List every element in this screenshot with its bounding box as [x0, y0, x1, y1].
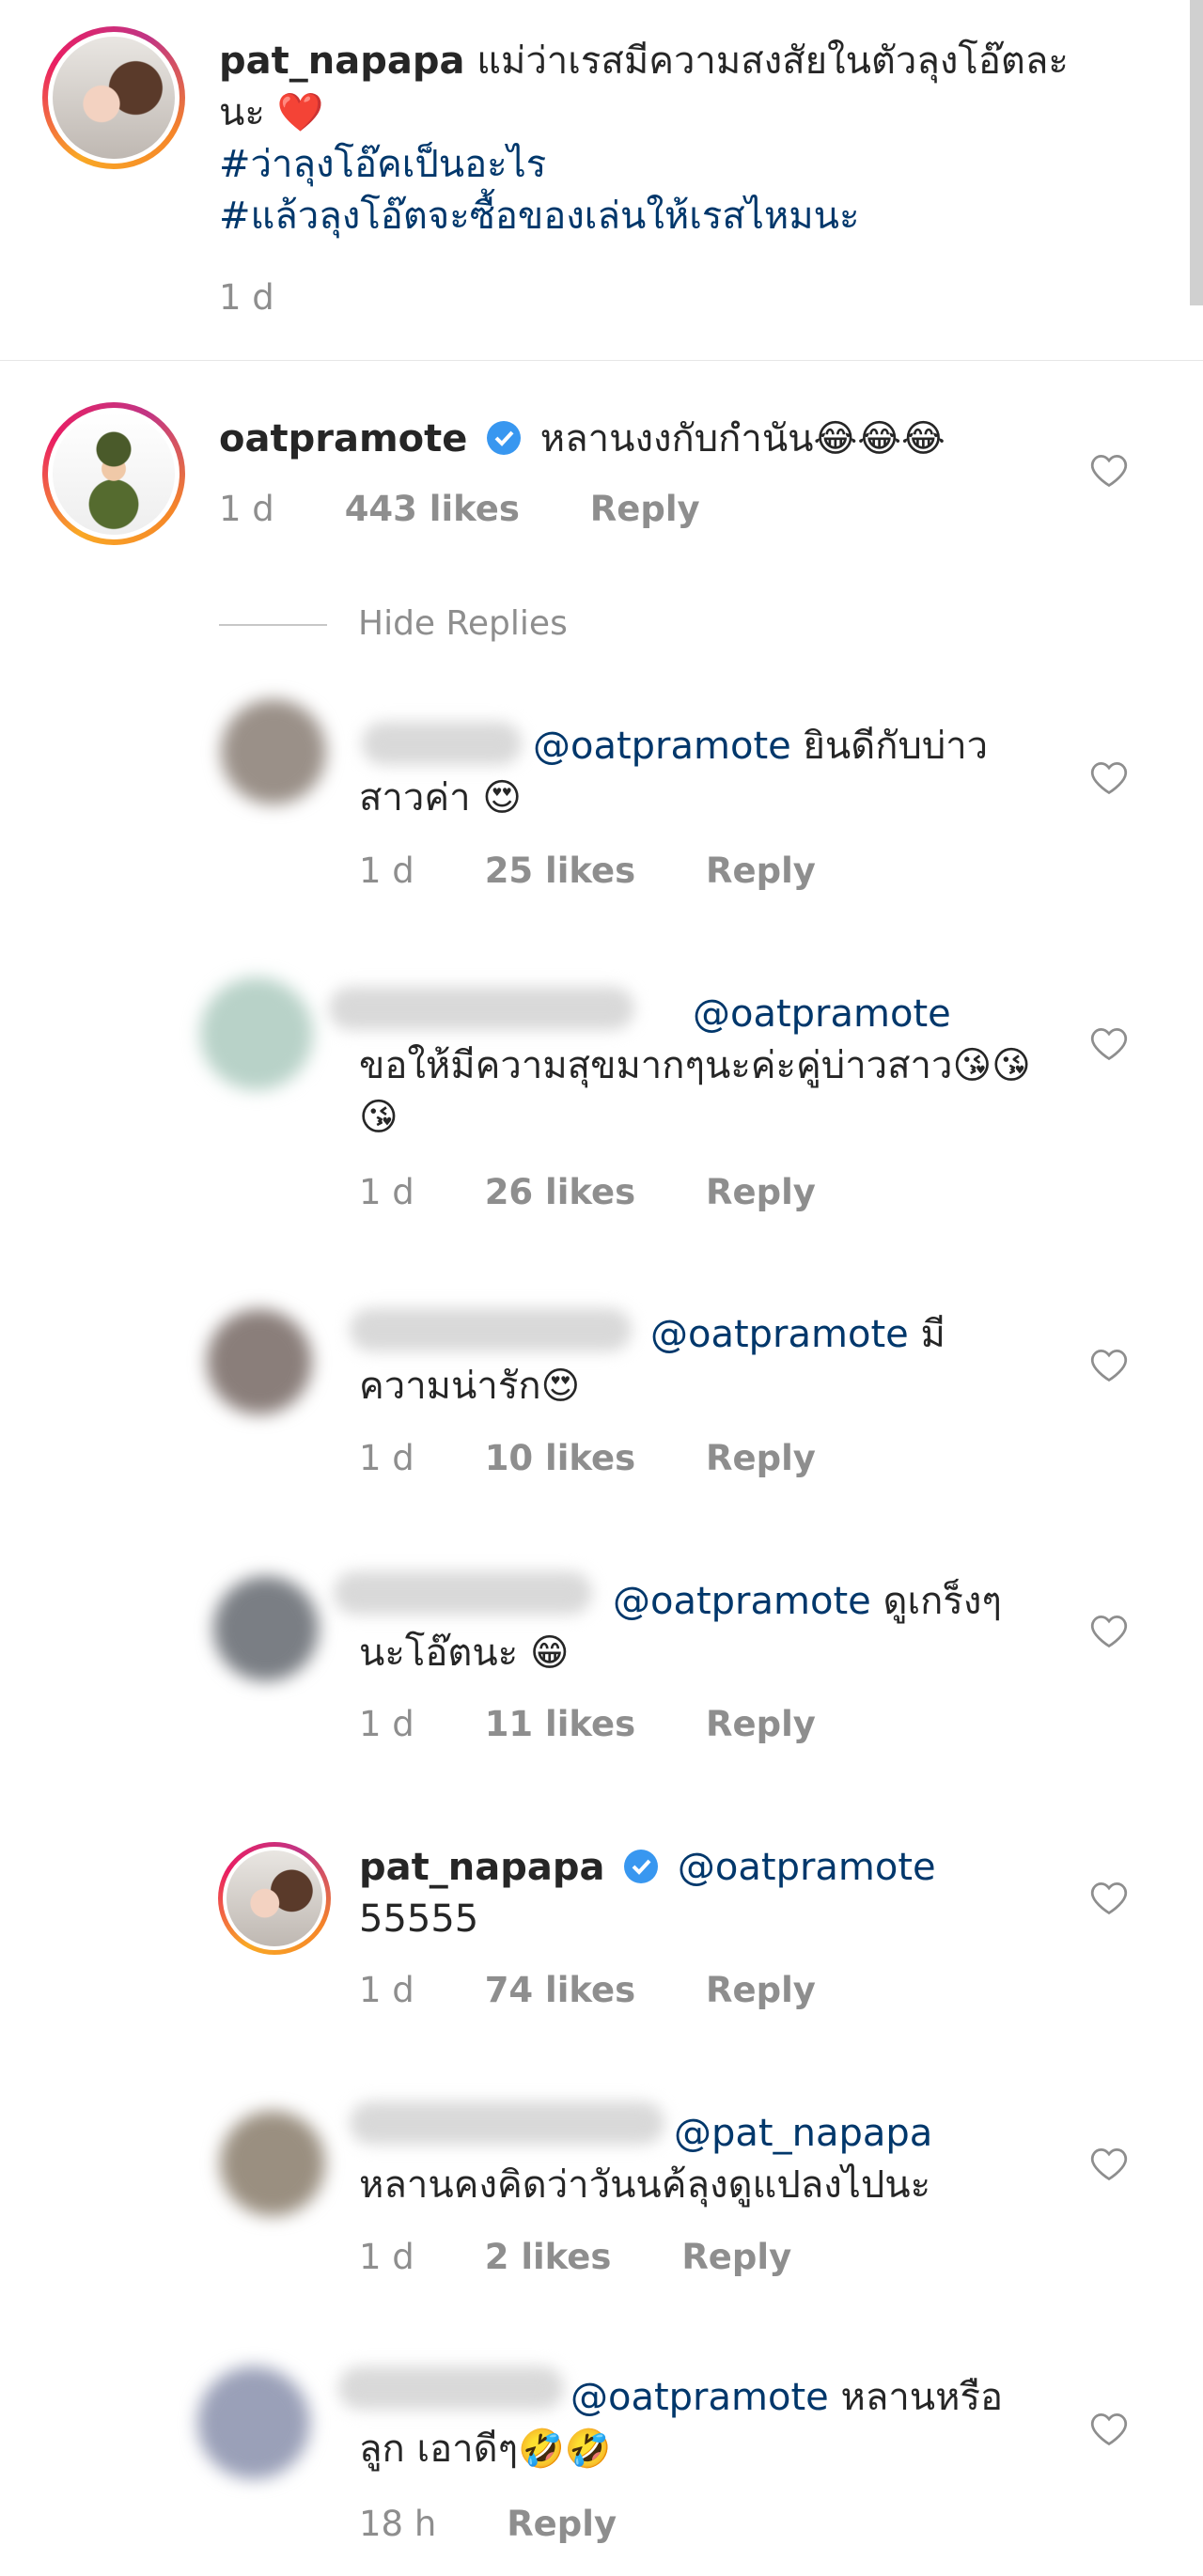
reply-text: @pat_napapa หลานคงคิดว่าวันนค้ลุงดูแปลงไป… — [359, 2108, 1036, 2211]
reply-meta: 1 d 10 likes Reply — [359, 1438, 874, 1478]
verified-icon — [487, 421, 522, 455]
reply-likes[interactable]: 26 likes — [485, 1172, 635, 1212]
reply-text: @oatpramote หลานหรือลูก เอาดีๆ🤣🤣 — [359, 2372, 1036, 2475]
reply-meta: 18 h Reply — [359, 2504, 675, 2544]
reply-time: 1 d — [359, 851, 414, 891]
avatar[interactable] — [200, 977, 313, 1090]
comment-reply-button[interactable]: Reply — [590, 489, 700, 529]
comment-username[interactable]: oatpramote — [219, 417, 467, 461]
reply-likes[interactable]: 25 likes — [485, 851, 635, 891]
avatar-pat-napapa[interactable] — [42, 26, 185, 169]
comment-meta: 1 d 443 likes Reply — [219, 489, 758, 529]
reply-mention[interactable]: @oatpramote — [570, 2376, 829, 2419]
heart-icon[interactable] — [1088, 449, 1130, 491]
reply-button[interactable]: Reply — [507, 2504, 617, 2544]
reply-meta: 1 d 2 likes Reply — [359, 2237, 850, 2277]
reply-text: @oatpramote มีความน่ารัก😍 — [359, 1309, 1036, 1413]
heart-icon[interactable] — [1088, 1610, 1130, 1651]
avatar-oatpramote[interactable] — [42, 402, 185, 545]
reply-likes[interactable]: 2 likes — [485, 2237, 612, 2277]
caption-username[interactable]: pat_napapa — [219, 39, 464, 83]
reply-mention[interactable]: @oatpramote — [650, 1313, 909, 1356]
comment-likes[interactable]: 443 likes — [345, 489, 520, 529]
heart-icon[interactable] — [1088, 1344, 1130, 1385]
reply-mention[interactable]: @oatpramote — [678, 1846, 936, 1889]
reply-time: 1 d — [359, 1172, 414, 1212]
avatar[interactable] — [197, 2366, 310, 2479]
avatar[interactable] — [220, 2111, 325, 2216]
reply-button[interactable]: Reply — [681, 2237, 791, 2277]
heart-icon[interactable] — [1088, 2408, 1130, 2449]
reply-text: pat_napapa @oatpramote 55555 — [359, 1842, 1036, 1945]
hide-replies-button[interactable]: Hide Replies — [358, 604, 568, 643]
reply-meta: 1 d 25 likes Reply — [359, 851, 874, 891]
reply-body: 55555 — [359, 1897, 479, 1941]
heart-icon[interactable] — [1088, 1877, 1130, 1918]
reply-button[interactable]: Reply — [706, 1172, 816, 1212]
divider — [0, 360, 1203, 361]
reply-meta: 1 d 74 likes Reply — [359, 1970, 874, 2010]
verified-icon — [624, 1850, 659, 1883]
caption-time: 1 d — [219, 277, 274, 318]
reply-button[interactable]: Reply — [706, 851, 816, 891]
reply-mention[interactable]: @oatpramote — [693, 992, 951, 1036]
reply-button[interactable]: Reply — [706, 1704, 816, 1744]
reply-body: หลานคงคิดว่าวันนค้ลุงดูแปลงไปนะ — [359, 2163, 931, 2207]
comment-time: 1 d — [219, 489, 274, 529]
heart-icon[interactable] — [1088, 1023, 1130, 1064]
caption-meta: 1 d — [219, 277, 333, 318]
reply-time: 1 d — [359, 1438, 414, 1478]
scrollbar[interactable] — [1190, 0, 1203, 305]
heart-icon[interactable] — [1088, 757, 1130, 798]
reply-time: 1 d — [359, 1970, 414, 2010]
reply-likes[interactable]: 74 likes — [485, 1970, 635, 2010]
reply-text: @oatpramote ดูเกร็งๆนะโอ๊ตนะ 😁 — [359, 1576, 1036, 1679]
hashtag-1[interactable]: #ว่าลุงโอ๊คเป็นอะไร — [219, 139, 1112, 191]
avatar-pat-napapa[interactable] — [218, 1842, 331, 1955]
reply-body: ขอให้มีความสุขมากๆนะค่ะคู่บ่าวสาว😘😘😘 — [359, 1044, 1031, 1139]
reply-mention[interactable]: @oatpramote — [613, 1580, 871, 1623]
reply-meta: 1 d 26 likes Reply — [359, 1172, 874, 1212]
reply-text: @oatpramote ยินดีกับบ่าวสาวค่า 😍 — [359, 721, 1036, 824]
reply-time: 1 d — [359, 2237, 414, 2277]
reply-time: 1 d — [359, 1704, 414, 1744]
reply-mention[interactable]: @oatpramote — [533, 725, 791, 768]
reply-username[interactable]: pat_napapa — [359, 1846, 604, 1889]
reply-likes[interactable]: 11 likes — [485, 1704, 635, 1744]
comment-body: หลานงงกับกำนัน😂😂😂 — [539, 417, 945, 461]
avatar[interactable] — [207, 1309, 312, 1414]
reply-mention[interactable]: @pat_napapa — [674, 2112, 932, 2155]
avatar[interactable] — [213, 1576, 319, 1681]
reply-time: 18 h — [359, 2504, 437, 2544]
reply-text: @oatpramote ขอให้มีความสุขมากๆนะค่ะคู่บ่า… — [359, 989, 1036, 1144]
heart-icon[interactable] — [1088, 2143, 1130, 2184]
hashtag-2[interactable]: #แล้วลุงโอ๊ตจะซื้อของเล่นให้เรสไหมนะ — [219, 191, 1112, 242]
comment-text: oatpramote หลานงงกับกำนัน😂😂😂 — [219, 414, 1065, 465]
reply-meta: 1 d 11 likes Reply — [359, 1704, 874, 1744]
reply-button[interactable]: Reply — [706, 1970, 816, 2010]
hide-replies-line — [219, 624, 327, 626]
reply-button[interactable]: Reply — [706, 1438, 816, 1478]
avatar[interactable] — [221, 699, 326, 804]
caption-text: pat_napapa แม่ว่าเรสมีความสงสัยในตัวลุงโ… — [219, 36, 1112, 242]
reply-likes[interactable]: 10 likes — [485, 1438, 635, 1478]
